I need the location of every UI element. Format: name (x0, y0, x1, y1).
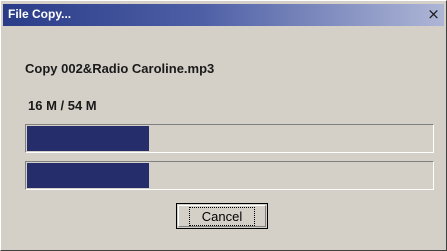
close-icon[interactable]: × (424, 5, 443, 24)
file-progress-fill (27, 126, 149, 151)
title-bar[interactable]: File Copy... × (3, 4, 444, 26)
cancel-button-label: Cancel (188, 206, 256, 226)
file-copy-dialog: File Copy... × Copy 002&Radio Caroline.m… (0, 0, 447, 251)
size-progress-label: 16 M / 54 M (28, 98, 97, 113)
cancel-button[interactable]: Cancel (176, 203, 268, 229)
total-progress-bar (25, 161, 434, 190)
window-title: File Copy... (8, 7, 72, 21)
file-progress-bar (25, 124, 434, 153)
total-progress-fill (27, 163, 149, 188)
file-name-label: Copy 002&Radio Caroline.mp3 (25, 61, 215, 76)
